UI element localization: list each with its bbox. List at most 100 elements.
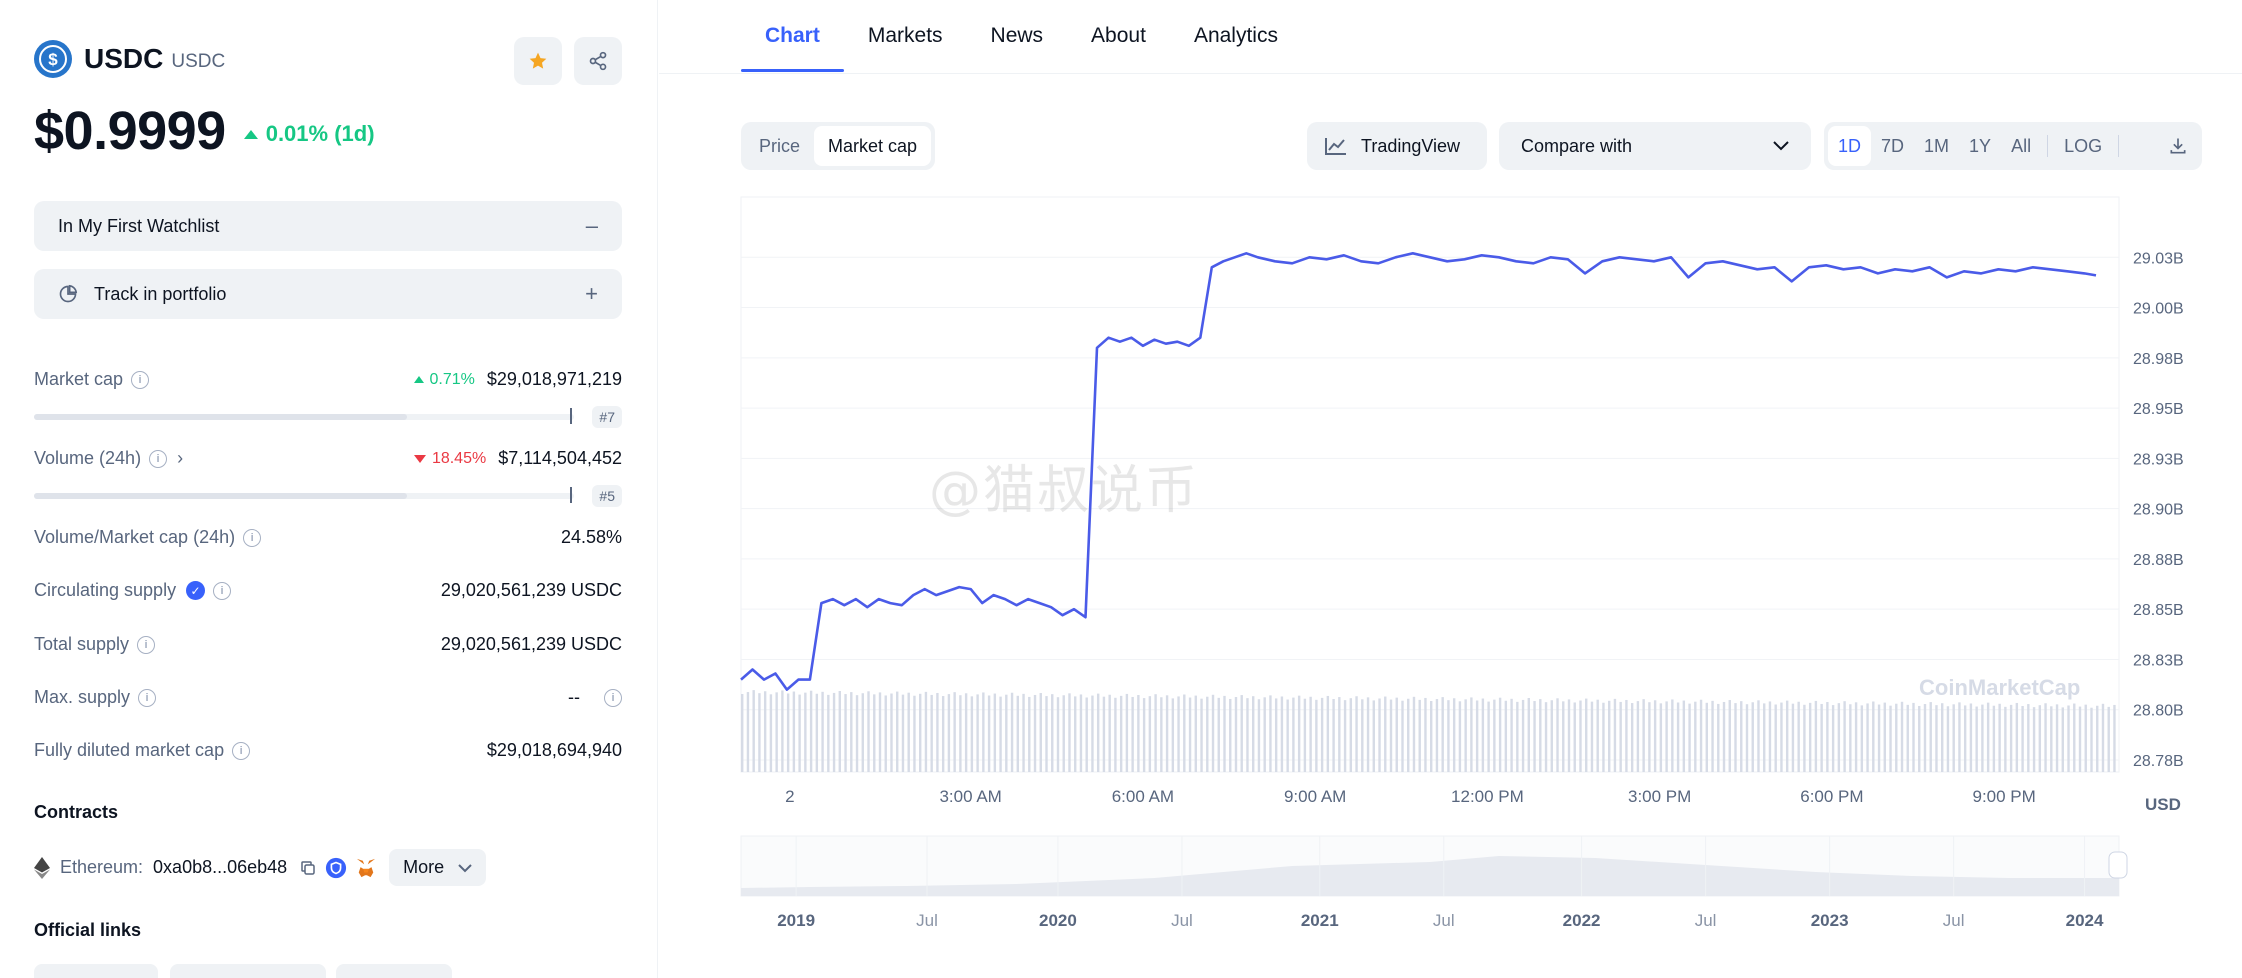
total-supply-value: 29,020,561,239 USDC — [440, 634, 622, 654]
chevron-right-icon[interactable]: › — [177, 448, 183, 469]
volume-bar — [1355, 696, 1358, 772]
volume-bar — [1252, 696, 1255, 772]
volume-bar — [1837, 703, 1841, 772]
volume-bar — [1579, 700, 1582, 772]
volume-bar — [1361, 699, 1364, 772]
volume-bar — [867, 691, 870, 772]
volume-bar — [844, 694, 847, 772]
volume-bar — [1028, 696, 1031, 772]
volume-bar — [1206, 696, 1209, 772]
volume-bar — [1096, 693, 1100, 772]
range-1m[interactable]: 1M — [1914, 126, 1959, 166]
volume-bar — [1803, 704, 1806, 772]
shield-icon[interactable] — [325, 857, 347, 879]
compare-select[interactable]: Compare with — [1499, 122, 1811, 170]
vol-mcap-label: Volume/Market cap (24h) — [34, 527, 236, 547]
info-icon[interactable]: i — [232, 741, 251, 760]
volume-bar — [2061, 707, 2064, 772]
info-icon[interactable]: i — [131, 370, 150, 389]
volume-bar — [947, 694, 951, 772]
volume-bar — [1458, 701, 1462, 772]
tab-chart[interactable]: Chart — [741, 0, 844, 72]
tradingview-button[interactable]: TradingView — [1307, 122, 1487, 170]
volume-bar — [769, 694, 773, 772]
bar-marker — [570, 408, 572, 424]
website-link-chip[interactable] — [34, 964, 158, 978]
verified-check-icon[interactable]: ✓ — [186, 581, 206, 600]
volume-bar — [1648, 702, 1651, 772]
watchlist-button[interactable]: In My First Watchlist – — [34, 201, 622, 251]
toggle-market-cap[interactable]: Market cap — [814, 126, 932, 166]
volume-bar — [2096, 705, 2099, 772]
volume-bar — [1533, 701, 1536, 772]
volume-bar — [1016, 695, 1019, 772]
volume-bar — [1992, 705, 1996, 772]
stat-label[interactable]: Volume (24h) i › — [34, 448, 183, 469]
copy-icon[interactable] — [299, 859, 317, 877]
info-icon[interactable]: i — [604, 688, 622, 707]
volume-change: 18.45% — [413, 449, 487, 468]
tab-divider — [659, 73, 2242, 74]
market-cap-chart[interactable]: 29.03B 29.00B 28.98B 28.95B 28.93B 28.90B 28.8… — [659, 190, 2242, 930]
share-button[interactable] — [574, 37, 622, 85]
volume-bar — [1923, 704, 1927, 772]
tab-news[interactable]: News — [967, 0, 1068, 72]
volume-bar — [1889, 705, 1892, 772]
info-icon[interactable]: i — [149, 449, 168, 468]
volume-bar — [2084, 704, 2087, 772]
volume-bar — [941, 696, 945, 772]
toggle-price[interactable]: Price — [745, 126, 814, 166]
tab-about[interactable]: About — [1067, 0, 1170, 72]
volume-bar — [1642, 699, 1645, 772]
whitepaper-link-chip[interactable] — [170, 964, 326, 978]
info-icon[interactable]: i — [243, 528, 262, 547]
github-link-chip[interactable] — [336, 964, 452, 978]
line-chart-icon — [1325, 138, 1346, 155]
volume-bar — [1223, 695, 1226, 772]
metamask-icon[interactable] — [355, 858, 377, 878]
volume-bar — [1148, 696, 1152, 772]
volume-bar — [1280, 696, 1284, 772]
more-contracts-button[interactable]: More — [389, 849, 487, 886]
range-1y[interactable]: 1Y — [1959, 126, 2001, 166]
volume-bar — [999, 696, 1002, 772]
volume-bar — [1068, 693, 1071, 772]
volume-bar — [1740, 701, 1743, 772]
info-icon[interactable]: i — [213, 581, 232, 600]
track-portfolio-button[interactable]: Track in portfolio + — [34, 269, 622, 319]
volume-bar — [918, 693, 922, 772]
volume-bar — [1274, 698, 1278, 772]
download-icon[interactable] — [2158, 136, 2198, 156]
range-7d[interactable]: 7D — [1871, 126, 1914, 166]
info-icon[interactable]: i — [137, 635, 156, 654]
volume-bar — [832, 692, 836, 772]
volume-bar — [2090, 707, 2093, 772]
volume-bar — [964, 693, 968, 772]
volume-bar — [758, 693, 761, 772]
volume-bar — [1636, 701, 1640, 772]
watchlist-star-button[interactable] — [514, 37, 562, 85]
price-row: $0.9999 0.01% (1d) — [34, 100, 375, 162]
info-icon[interactable]: i — [138, 688, 157, 707]
volume-bar — [815, 693, 819, 772]
volume-bar — [792, 691, 796, 772]
y-tick-label: 28.85B — [2133, 602, 2184, 619]
tab-analytics[interactable]: Analytics — [1170, 0, 1302, 72]
range-1d[interactable]: 1D — [1828, 126, 1872, 166]
log-toggle[interactable]: LOG — [2054, 126, 2112, 166]
volume-change-value: 18.45% — [431, 449, 487, 467]
volume-bar — [2004, 706, 2007, 772]
volume-bar — [2009, 704, 2013, 772]
coin-info-panel: $ USDC USDC $0.9999 0.01% (1d) In My Fir… — [0, 0, 658, 978]
y-tick-label: 28.80B — [2133, 703, 2184, 720]
contract-address[interactable]: 0xa0b8...06eb48 — [153, 857, 287, 878]
volume-bar — [924, 691, 928, 772]
volume-bar — [1504, 700, 1508, 772]
market-cap-change: 0.71% — [414, 371, 475, 389]
volume-bar — [2055, 704, 2059, 772]
chart-type-toggle: Price Market cap — [741, 122, 936, 170]
tab-markets[interactable]: Markets — [844, 0, 967, 72]
volume-bar — [1510, 698, 1513, 772]
range-all[interactable]: All — [2001, 126, 2041, 166]
volume-bar — [1900, 701, 1904, 772]
